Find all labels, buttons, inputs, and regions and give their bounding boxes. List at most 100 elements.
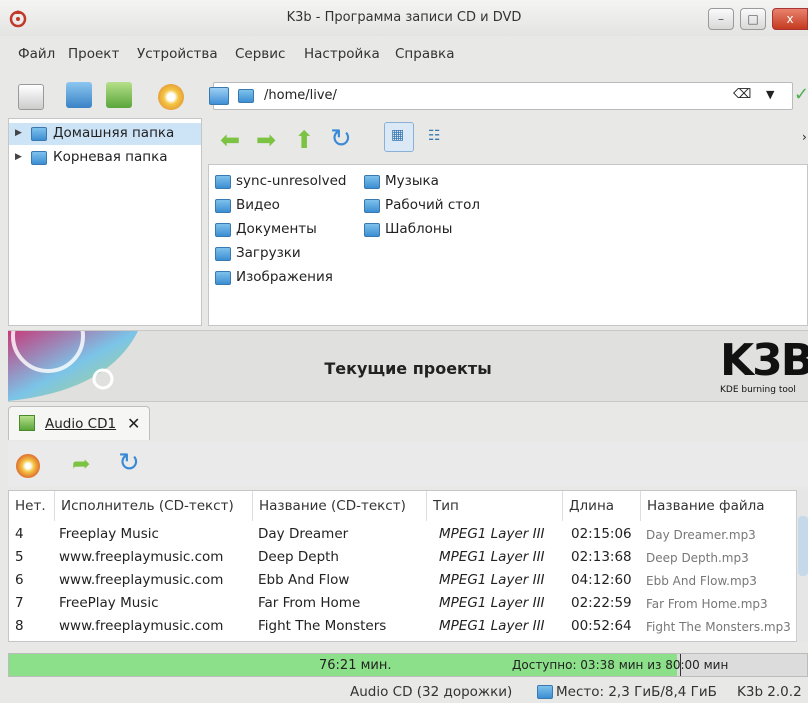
column-header-title[interactable]: Название (CD-текст) (253, 491, 427, 521)
file-view: sync-unresolved Видео Документы Загрузки… (208, 164, 808, 326)
table-row[interactable]: 8 www.freeplaymusic.com Fight The Monste… (9, 616, 799, 639)
save-project-icon[interactable] (106, 82, 132, 108)
cell-artist: www.freeplaymusic.com (59, 572, 224, 588)
file-view-toolbar: ⬅ ➡ ⬆ ↻ ▦ ☷ › (208, 118, 808, 164)
expand-arrow-icon[interactable]: ▶ (15, 152, 22, 162)
clear-location-icon[interactable]: ⌫ (733, 87, 751, 102)
file-item-label: Видео (236, 197, 280, 213)
cell-number: 5 (15, 549, 24, 565)
table-row[interactable]: 6 www.freeplaymusic.com Ebb And Flow MPE… (9, 570, 799, 593)
maximize-button[interactable]: □ (740, 8, 766, 30)
pictures-folder-icon (215, 271, 231, 285)
open-project-icon[interactable] (66, 82, 92, 108)
export-arrow-icon[interactable]: ➦ (72, 452, 90, 477)
cell-length: 02:13:68 (571, 549, 632, 565)
window-title: K3b - Программа записи CD и DVD (286, 10, 522, 25)
refresh-icon[interactable]: ↻ (118, 448, 140, 478)
tab-audio-cd1[interactable]: Audio CD1 ✕ (8, 406, 150, 440)
grid-icon: ▦ (391, 127, 405, 143)
detail-view-icon[interactable]: ☷ (428, 128, 441, 144)
project-toolbar: ➦ ↻ (8, 442, 808, 486)
back-arrow-icon[interactable]: ⬅ (220, 126, 240, 154)
minimize-button[interactable]: – (708, 8, 734, 30)
table-row[interactable]: 4 Freeplay Music Day Dreamer MPEG1 Layer… (9, 524, 799, 547)
close-button[interactable]: x (772, 8, 808, 30)
cell-title: Ebb And Flow (258, 572, 350, 588)
cell-filename: Day Dreamer.mp3 (646, 528, 756, 542)
cell-artist: Freeplay Music (59, 526, 159, 542)
cell-filename: Ebb And Flow.mp3 (646, 574, 757, 588)
reload-icon[interactable]: ↻ (330, 124, 352, 154)
file-item-label: Документы (236, 221, 317, 237)
cell-type: MPEG1 Layer III (439, 595, 545, 611)
video-folder-icon (215, 199, 231, 213)
location-path[interactable]: /home/live/ (264, 88, 337, 103)
available-time-label: Доступно: 03:38 мин из 80:00 мин (512, 658, 729, 672)
new-project-icon[interactable] (18, 84, 44, 110)
disc-size-bar: 76:21 мин. Доступно: 03:38 мин из 80:00 … (8, 653, 808, 677)
cell-type: MPEG1 Layer III (439, 618, 545, 634)
file-item-label: sync-unresolved (236, 173, 347, 189)
table-row[interactable]: 7 FreePlay Music Far From Home MPEG1 Lay… (9, 593, 799, 616)
menu-settings[interactable]: Настройка (304, 46, 380, 62)
folder-icon (31, 151, 47, 165)
file-item-label: Загрузки (236, 245, 301, 261)
chevron-down-icon[interactable]: ▼ (766, 88, 774, 101)
cell-title: Fight The Monsters (258, 618, 387, 634)
cell-filename: Deep Depth.mp3 (646, 551, 749, 565)
forward-arrow-icon[interactable]: ➡ (256, 126, 276, 154)
file-item-label: Изображения (236, 269, 333, 285)
cell-length: 00:52:64 (571, 618, 632, 634)
table-row[interactable]: 5 www.freeplaymusic.com Deep Depth MPEG1… (9, 547, 799, 570)
cell-type: MPEG1 Layer III (439, 526, 545, 542)
burn-disc-icon[interactable] (158, 84, 184, 110)
desktop-folder-icon (364, 199, 380, 213)
icon-view-button[interactable]: ▦ (384, 122, 414, 152)
cell-number: 8 (15, 618, 24, 634)
documents-folder-icon (215, 223, 231, 237)
menu-file[interactable]: Файл (18, 46, 55, 62)
more-chevron-icon[interactable]: › (802, 130, 807, 144)
tree-item-home[interactable]: ▶ Домашняя папка (9, 123, 201, 145)
home-icon[interactable] (209, 87, 229, 105)
cell-artist: www.freeplaymusic.com (59, 618, 224, 634)
cell-number: 4 (15, 526, 24, 542)
location-bar[interactable]: /home/live/ ⌫ ▼ (209, 82, 793, 110)
k3b-logo: K3B (720, 335, 808, 386)
home-folder-icon (31, 127, 47, 141)
column-header-length[interactable]: Длина (563, 491, 641, 521)
cell-title: Far From Home (258, 595, 361, 611)
column-header-number[interactable]: Нет. (9, 491, 55, 521)
file-item-label: Рабочий стол (385, 197, 480, 213)
burn-icon[interactable] (16, 454, 40, 478)
column-header-artist[interactable]: Исполнитель (CD-текст) (55, 491, 253, 521)
audio-cd-icon (19, 415, 35, 431)
close-tab-icon[interactable]: ✕ (127, 414, 140, 433)
column-header-type[interactable]: Тип (427, 491, 563, 521)
tree-item-label: Домашняя папка (53, 125, 175, 141)
cell-type: MPEG1 Layer III (439, 572, 545, 588)
menu-project[interactable]: Проект (68, 46, 119, 62)
version-status: K3b 2.0.2 (737, 684, 802, 700)
menu-devices[interactable]: Устройства (137, 46, 218, 62)
cell-artist: FreePlay Music (59, 595, 159, 611)
cell-title: Day Dreamer (258, 526, 349, 542)
cell-length: 02:15:06 (571, 526, 632, 542)
cell-number: 6 (15, 572, 24, 588)
cell-filename: Fight The Monsters.mp3 (646, 620, 791, 634)
menu-help[interactable]: Справка (395, 46, 454, 62)
table-scrollbar[interactable] (796, 490, 808, 642)
k3b-logo-subtitle: KDE burning tool (720, 385, 796, 395)
cell-length: 02:22:59 (571, 595, 632, 611)
tree-item-root[interactable]: ▶ Корневая папка (9, 147, 201, 169)
expand-arrow-icon[interactable]: ▶ (15, 128, 22, 138)
tab-label: Audio CD1 (45, 416, 117, 432)
up-arrow-icon[interactable]: ⬆ (294, 126, 314, 154)
window-controls: – □ x (708, 8, 808, 30)
menu-service[interactable]: Сервис (235, 46, 285, 62)
go-check-icon[interactable]: ✓ (794, 84, 808, 105)
column-header-filename[interactable]: Название файла (641, 491, 799, 521)
menu-bar: Файл Проект Устройства Сервис Настройка … (0, 42, 808, 66)
cell-filename: Far From Home.mp3 (646, 597, 768, 611)
scrollbar-thumb[interactable] (798, 516, 808, 576)
